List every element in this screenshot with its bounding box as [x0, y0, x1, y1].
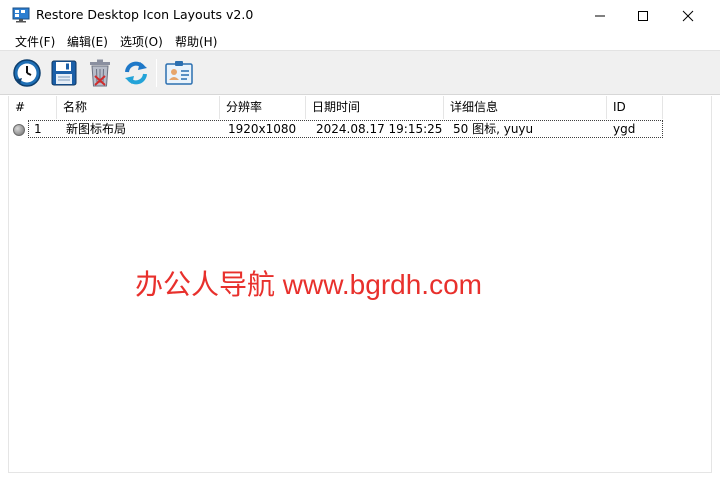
menu-help[interactable]: 帮助(H) [175, 33, 217, 50]
menu-file[interactable]: 文件(F) [15, 33, 55, 50]
minimize-button[interactable] [577, 0, 623, 31]
column-header-datetime[interactable]: 日期时间 [306, 96, 444, 119]
title-bar: Restore Desktop Icon Layouts v2.0 [0, 0, 720, 31]
save-layout-button[interactable] [48, 57, 80, 89]
row-datetime: 2024.08.17 19:15:25 [316, 122, 443, 136]
save-floppy-icon [51, 60, 77, 86]
minimize-icon [595, 15, 605, 16]
toolbar-separator [156, 59, 157, 87]
row-name: 新图标布局 [66, 122, 127, 136]
maximize-icon [638, 10, 648, 21]
refresh-button[interactable] [120, 57, 152, 89]
properties-button[interactable] [163, 57, 195, 89]
toolbar [0, 50, 720, 95]
menu-options[interactable]: 选项(O) [120, 33, 163, 50]
menu-edit[interactable]: 编辑(E) [67, 33, 108, 50]
column-header-id[interactable]: ID [607, 96, 663, 119]
delete-layout-button[interactable] [84, 57, 116, 89]
restore-layout-button[interactable] [11, 57, 43, 89]
row-id: ygd [613, 122, 636, 136]
maximize-button[interactable] [620, 0, 666, 31]
desktop-icon [12, 7, 30, 23]
watermark-text: 办公人导航 www.bgrdh.com [135, 269, 482, 300]
refresh-icon [125, 61, 147, 85]
row-resolution: 1920x1080 [228, 122, 297, 136]
window-title: Restore Desktop Icon Layouts v2.0 [36, 7, 254, 22]
row-num: 1 [34, 122, 42, 136]
column-header-resolution[interactable]: 分辨率 [220, 96, 306, 119]
menu-bar: 文件(F) 编辑(E) 选项(O) 帮助(H) [0, 31, 720, 50]
close-button[interactable] [665, 0, 711, 31]
row-status-icon [13, 124, 25, 136]
row-details: 50 图标, yuyu [453, 122, 534, 136]
column-header-details[interactable]: 详细信息 [444, 96, 607, 119]
delete-trash-icon [90, 59, 110, 87]
close-icon [682, 10, 694, 21]
id-card-icon [165, 61, 193, 85]
column-header-num[interactable]: # [9, 96, 57, 119]
list-header: # 名称 分辨率 日期时间 详细信息 ID [9, 96, 663, 119]
column-header-name[interactable]: 名称 [57, 96, 220, 119]
restore-clock-icon [13, 59, 41, 87]
